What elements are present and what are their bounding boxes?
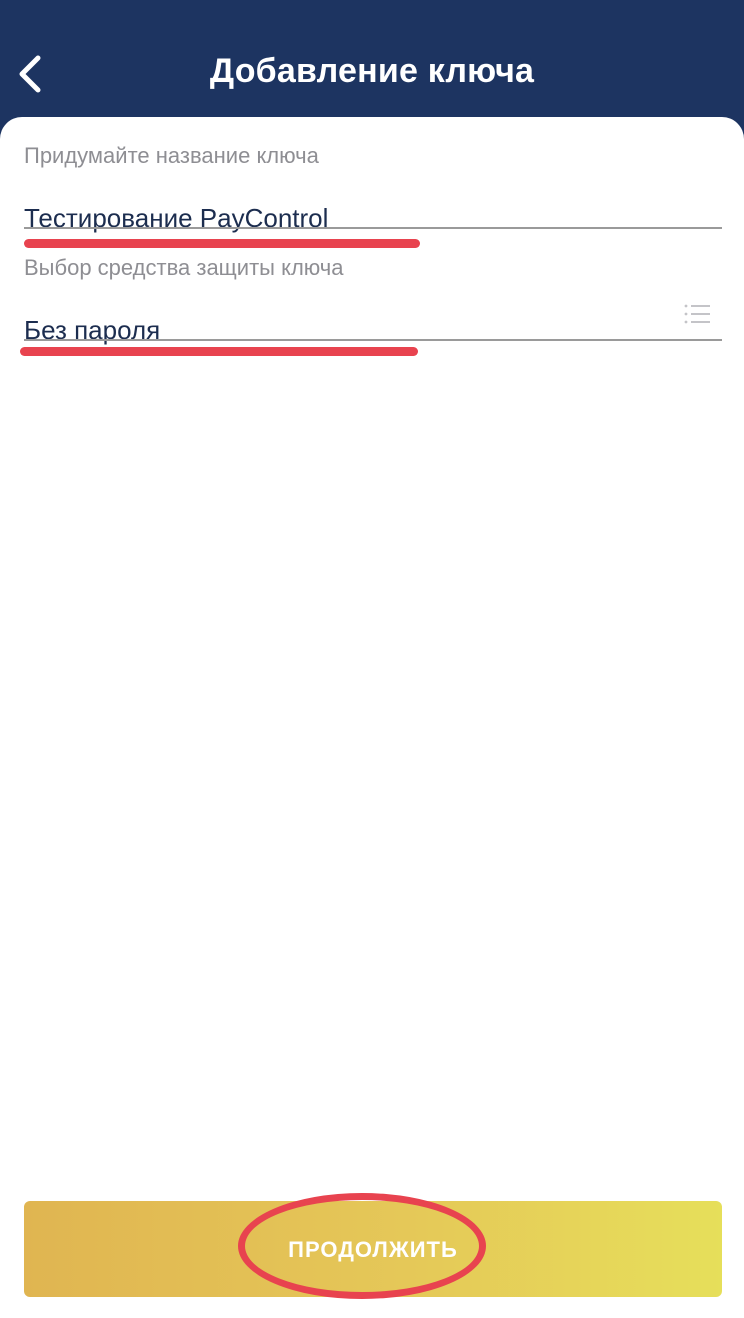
page-title: Добавление ключа xyxy=(209,52,535,90)
continue-button[interactable]: ПРОДОЛЖИТЬ xyxy=(24,1201,722,1297)
protection-label: Выбор средства защиты ключа xyxy=(24,255,344,280)
protection-divider xyxy=(24,339,722,341)
highlight-underline xyxy=(24,239,420,248)
continue-button-label: ПРОДОЛЖИТЬ xyxy=(288,1237,458,1262)
protection-select[interactable]: Без пароля xyxy=(24,315,160,346)
key-name-divider xyxy=(24,227,722,229)
key-name-input[interactable]: Тестирование PayControl xyxy=(24,203,328,234)
content-panel: Придумайте название ключа Тестирование P… xyxy=(0,117,744,1318)
protection-field[interactable]: Выбор средства защиты ключа Без пароля xyxy=(20,251,722,356)
key-name-label: Придумайте название ключа xyxy=(24,143,319,168)
highlight-underline xyxy=(20,347,418,356)
key-name-field[interactable]: Придумайте название ключа Тестирование P… xyxy=(24,139,722,248)
list-icon[interactable] xyxy=(684,303,710,325)
screen: Добавление ключа Придумайте название клю… xyxy=(0,0,744,1318)
